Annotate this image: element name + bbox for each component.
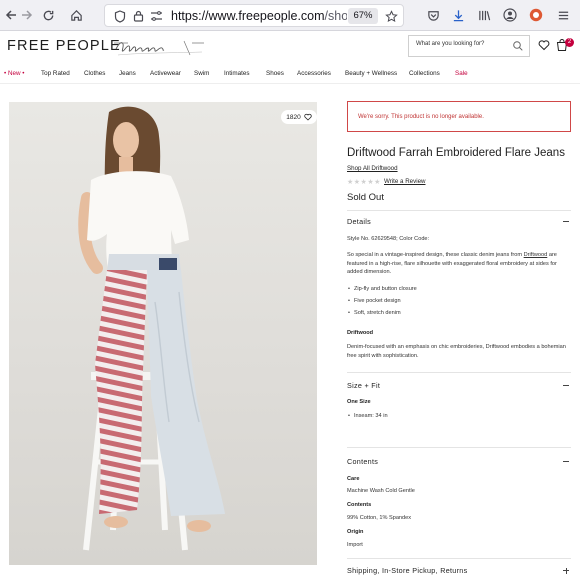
driftwood-link[interactable]: Driftwood — [524, 252, 548, 258]
heart-icon — [304, 113, 312, 121]
origin-heading: Origin — [347, 529, 364, 535]
details-collapse-toggle[interactable] — [563, 221, 569, 222]
download-icon[interactable] — [449, 6, 467, 24]
detail-bullet: Five pocket design — [348, 298, 401, 304]
details-heading[interactable]: Details — [347, 217, 371, 226]
shipping-expand-toggle[interactable] — [563, 567, 569, 574]
product-description: So special in a vintage-inspired design,… — [347, 251, 569, 277]
origin-text: Import — [347, 542, 363, 548]
fp-movement-logo[interactable] — [112, 35, 208, 61]
home-icon[interactable] — [67, 6, 85, 24]
free-people-logo[interactable]: FREE PEOPLE — [7, 38, 121, 54]
product-title: Driftwood Farrah Embroidered Flare Jeans — [347, 147, 565, 159]
shipping-heading[interactable]: Shipping, In-Store Pickup, Returns — [347, 566, 467, 575]
main-nav: • New • Top Rated Clothes Jeans Activewe… — [0, 66, 580, 84]
nav-item-accessories[interactable]: Accessories — [297, 70, 331, 77]
like-count-badge[interactable]: 1820 — [281, 110, 317, 124]
nav-item-top-rated[interactable]: Top Rated — [41, 70, 70, 77]
model-illustration — [78, 106, 225, 551]
bookmark-star-icon[interactable] — [382, 7, 400, 25]
care-heading: Care — [347, 476, 360, 482]
nav-item-jeans[interactable]: Jeans — [119, 70, 136, 77]
like-count: 1820 — [286, 113, 301, 121]
brand-text: Denim-focused with an emphasis on chic e… — [347, 344, 566, 359]
divider — [347, 558, 571, 559]
nav-item-intimates[interactable]: Intimates — [224, 70, 250, 77]
contents-collapse-toggle[interactable] — [563, 461, 569, 462]
reload-icon[interactable] — [37, 6, 59, 24]
nav-item-new[interactable]: • New • — [4, 70, 25, 77]
write-review-link[interactable]: Write a Review — [384, 178, 426, 185]
menu-icon[interactable] — [554, 6, 572, 24]
forward-arrow-icon[interactable] — [18, 6, 36, 24]
contents-subheading: Contents — [347, 502, 372, 508]
divider — [347, 210, 571, 211]
url-text: https://www.freepeople.com/shop/dr — [171, 9, 347, 23]
permissions-icon[interactable] — [147, 7, 165, 25]
detail-bullet: Zip-fly and button closure — [348, 286, 417, 292]
search-placeholder: What are you looking for? — [416, 41, 485, 47]
wishlist-heart-icon[interactable] — [538, 39, 550, 51]
inseam-bullet: Inseam: 34 in — [348, 413, 388, 419]
size-fit-collapse-toggle[interactable] — [563, 385, 569, 386]
site-header: FREE PEOPLE What are you looking for? 2 — [0, 31, 580, 63]
shop-all-link[interactable]: Shop All Driftwood — [347, 165, 398, 172]
lock-icon[interactable] — [129, 7, 147, 25]
nav-item-activewear[interactable]: Activewear — [150, 70, 181, 77]
care-text: Machine Wash Cold Gentle — [347, 488, 415, 494]
description-text: So special in a vintage-inspired design,… — [347, 252, 523, 258]
zoom-level[interactable]: 67% — [348, 8, 378, 24]
rating-stars[interactable]: ★★★★★ — [347, 178, 381, 186]
contents-text: 99% Cotton, 1% Spandex — [347, 515, 412, 521]
detail-bullet: Soft, stretch denim — [348, 310, 401, 316]
sold-out-status: Sold Out — [347, 192, 384, 203]
cart-count-badge: 2 — [565, 38, 574, 47]
contents-heading[interactable]: Contents — [347, 457, 378, 466]
nav-item-swim[interactable]: Swim — [194, 70, 209, 77]
browser-toolbar: https://www.freepeople.com/shop/dr 67% — [0, 0, 580, 31]
address-bar[interactable]: https://www.freepeople.com/shop/dr 67% — [104, 4, 404, 27]
nav-item-collections[interactable]: Collections — [409, 70, 440, 77]
nav-item-beauty-wellness[interactable]: Beauty + Wellness — [345, 70, 397, 77]
pocket-icon[interactable] — [424, 6, 442, 24]
nav-item-sale[interactable]: Sale — [455, 70, 468, 77]
url-path: /shop/dr — [324, 9, 347, 23]
divider — [347, 372, 571, 373]
search-icon[interactable] — [512, 40, 524, 52]
url-host: https://www.freepeople.com — [171, 9, 325, 23]
library-icon[interactable] — [475, 6, 493, 24]
unavailable-notice: We're sorry. This product is no longer a… — [347, 101, 571, 132]
style-line: Style No. 62629548; Color Code: — [347, 236, 430, 242]
notice-text: We're sorry. This product is no longer a… — [358, 114, 484, 120]
nav-item-shoes[interactable]: Shoes — [266, 70, 284, 77]
divider — [347, 447, 571, 448]
extension-duckduckgo-icon[interactable] — [527, 6, 545, 24]
account-icon[interactable] — [501, 6, 519, 24]
shield-icon[interactable] — [111, 7, 129, 25]
product-image[interactable]: 1820 — [9, 102, 317, 565]
search-input[interactable]: What are you looking for? — [408, 35, 530, 57]
size-fit-heading[interactable]: Size + Fit — [347, 381, 380, 390]
nav-item-clothes[interactable]: Clothes — [84, 70, 105, 77]
brand-heading: Driftwood — [347, 330, 374, 336]
one-size-heading: One Size — [347, 399, 371, 405]
